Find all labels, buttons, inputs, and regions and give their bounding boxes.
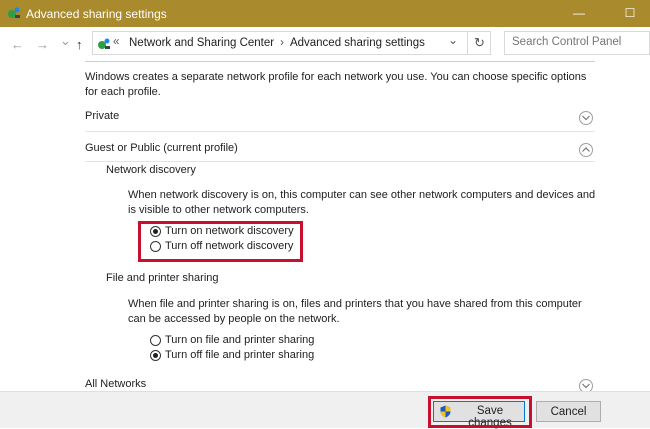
network-center-icon	[8, 7, 20, 18]
title-bar: Advanced sharing settings — ☐	[0, 0, 650, 27]
radio-label[interactable]: Turn on file and printer sharing	[165, 334, 314, 346]
collapse-guest-public-button[interactable]	[579, 143, 593, 157]
expand-all-networks-button[interactable]	[579, 379, 593, 391]
maximize-button[interactable]: ☐	[607, 0, 650, 27]
chevron-up-icon	[582, 147, 590, 152]
forward-button[interactable]: →	[36, 37, 49, 52]
chevron-down-icon	[582, 115, 590, 121]
button-bar: Save changes Cancel	[0, 391, 650, 429]
file-printer-sharing-description: When file and printer sharing is on, fil…	[128, 298, 582, 325]
section-private-label[interactable]: Private	[85, 110, 119, 122]
network-discovery-heading: Network discovery	[106, 164, 196, 176]
window-title: Advanced sharing settings	[26, 7, 167, 21]
file-printer-sharing-heading: File and printer sharing	[106, 272, 219, 284]
breadcrumb-item-advanced-sharing-settings[interactable]: Advanced sharing settings	[290, 37, 425, 49]
back-button[interactable]: ←	[11, 37, 24, 52]
scrolled-divider	[85, 61, 595, 62]
section-divider	[85, 131, 595, 132]
address-bar[interactable]: « Network and Sharing Center › Advanced sh…	[92, 31, 491, 55]
cancel-label[interactable]: Cancel	[551, 406, 587, 418]
breadcrumb-item-network-and-sharing-center[interactable]: Network and Sharing Center	[129, 37, 274, 49]
intro-text: Windows creates a separate network profi…	[85, 71, 587, 98]
section-all-networks-label[interactable]: All Networks	[85, 378, 146, 390]
chevron-down-icon	[582, 383, 590, 389]
breadcrumb-separator-icon[interactable]: ›	[280, 37, 284, 49]
address-history-button[interactable]: ⌄	[448, 33, 458, 47]
save-changes-highlight-box	[428, 396, 532, 428]
up-button[interactable]: ↑	[76, 37, 83, 52]
breadcrumb-overflow-button[interactable]: «	[113, 36, 119, 48]
recent-locations-button[interactable]: ⌄	[60, 33, 71, 49]
search-box	[504, 31, 650, 55]
network-discovery-description: When network discovery is on, this compu…	[128, 189, 596, 216]
minimize-button[interactable]: —	[556, 0, 602, 27]
radio-button[interactable]	[150, 350, 161, 361]
expand-private-button[interactable]	[579, 111, 593, 125]
cancel-button[interactable]: Cancel	[536, 401, 601, 422]
navigation-bar: ← → ⌄ ↑ « Network and Sharing Center › Adv…	[0, 27, 650, 61]
search-input[interactable]	[512, 36, 642, 48]
main-content: Windows creates a separate network profi…	[0, 61, 650, 391]
section-divider	[85, 161, 595, 162]
section-guest-public-label[interactable]: Guest or Public (current profile)	[85, 142, 238, 154]
radio-label[interactable]: Turn off file and printer sharing	[165, 349, 314, 361]
network-discovery-highlight-box	[138, 221, 303, 262]
network-center-icon	[98, 38, 110, 49]
radio-button[interactable]	[150, 335, 161, 346]
refresh-button[interactable]: ↻	[467, 31, 491, 55]
breadcrumb: Network and Sharing Center › Advanced shar…	[129, 37, 425, 49]
